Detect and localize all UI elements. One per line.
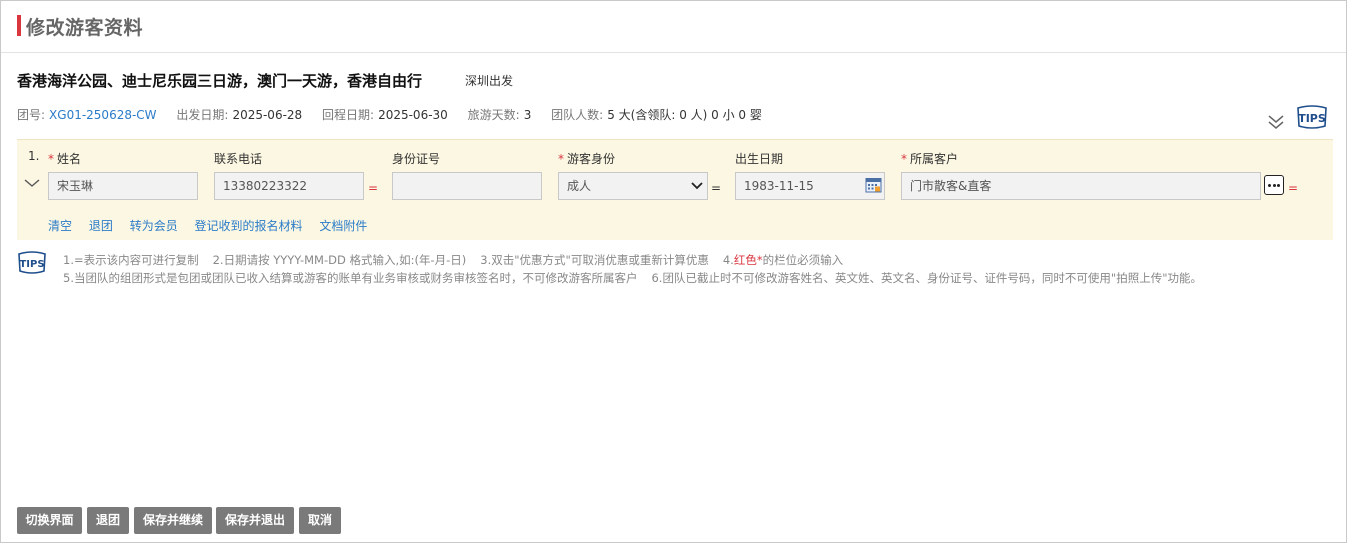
switch-view-button[interactable]: 切换界面 bbox=[17, 507, 82, 534]
departure-city: 深圳出发 bbox=[465, 74, 514, 88]
customer-label: * 所属客户 bbox=[901, 152, 959, 166]
svg-text:TIPS: TIPS bbox=[1298, 112, 1326, 125]
group-size-label: 团队人数: bbox=[551, 108, 604, 122]
withdraw-button[interactable]: 退团 bbox=[87, 507, 129, 534]
convert-member-link[interactable]: 转为会员 bbox=[130, 219, 178, 233]
tour-days-label: 旅游天数: bbox=[467, 108, 520, 122]
group-no-label: 团号: bbox=[17, 108, 46, 122]
save-exit-button[interactable]: 保存并退出 bbox=[216, 507, 294, 534]
save-continue-button[interactable]: 保存并继续 bbox=[134, 507, 212, 534]
id-number-label: 身份证号 bbox=[392, 152, 441, 166]
traveler-index: 1. bbox=[28, 149, 40, 163]
birth-date-field[interactable]: 1983-11-15 bbox=[735, 172, 885, 200]
identity-label: * 游客身份 bbox=[558, 152, 616, 166]
traveler-actions: 清空 退团 转为会员 登记收到的报名材料 文档附件 bbox=[48, 217, 380, 234]
cancel-button[interactable]: 取消 bbox=[299, 507, 341, 534]
tips-line-1: 1.=表示该内容可进行复制 2.日期请按 YYYY-MM-DD 格式输入,如:(年… bbox=[63, 253, 844, 267]
group-size: 5 大(含领队: 0 人) 0 小 0 婴 bbox=[607, 108, 762, 122]
id-number-field[interactable] bbox=[392, 172, 542, 200]
register-materials-link[interactable]: 登记收到的报名材料 bbox=[195, 219, 303, 233]
tips-logo-icon: TIPS bbox=[18, 251, 46, 274]
identity-copy-mark[interactable]: = bbox=[711, 181, 721, 195]
withdraw-link[interactable]: 退团 bbox=[89, 219, 113, 233]
tour-days: 3 bbox=[523, 108, 532, 122]
double-chevron-down-icon[interactable] bbox=[1265, 113, 1287, 131]
chevron-down-icon[interactable] bbox=[23, 177, 41, 189]
edit-traveler-window: 修改游客资料 香港海洋公园、迪士尼乐园三日游，澳门一天游，香港自由行 深圳出发 … bbox=[0, 0, 1347, 543]
calendar-icon[interactable] bbox=[865, 177, 882, 193]
title-accent-bar bbox=[17, 15, 21, 36]
document-attachment-link[interactable]: 文档附件 bbox=[319, 219, 367, 233]
depart-date: 2025-06-28 bbox=[232, 108, 303, 122]
customer-field[interactable]: 门市散客&直客 bbox=[901, 172, 1261, 200]
group-no-link[interactable]: XG01-250628-CW bbox=[49, 108, 157, 122]
phone-field[interactable]: 13380223322 bbox=[214, 172, 364, 200]
tips-icon[interactable]: TIPS bbox=[1295, 103, 1329, 131]
tour-name: 香港海洋公园、迪士尼乐园三日游，澳门一天游，香港自由行 bbox=[17, 72, 423, 90]
phone-label: 联系电话 bbox=[214, 152, 263, 166]
return-date-label: 回程日期: bbox=[322, 108, 375, 122]
name-field[interactable]: 宋玉琳 bbox=[48, 172, 198, 200]
return-date: 2025-06-30 bbox=[378, 108, 448, 122]
depart-date-label: 出发日期: bbox=[176, 108, 229, 122]
name-label: * 姓名 bbox=[48, 152, 82, 166]
clear-link[interactable]: 清空 bbox=[48, 219, 72, 233]
title-bar: 修改游客资料 bbox=[1, 1, 1346, 53]
customer-copy-mark[interactable]: = bbox=[1288, 181, 1298, 195]
identity-select[interactable]: 成人 bbox=[558, 172, 708, 200]
birth-date-label: 出生日期 bbox=[735, 152, 784, 166]
page-title: 修改游客资料 bbox=[26, 17, 144, 39]
tips-text: 1.=表示该内容可进行复制 2.日期请按 YYYY-MM-DD 格式输入,如:(年… bbox=[63, 251, 1202, 287]
svg-text:TIPS: TIPS bbox=[19, 259, 44, 270]
group-meta: 团号: XG01-250628-CW 出发日期: 2025-06-28 回程日期: 2… bbox=[17, 106, 778, 123]
more-options-button[interactable] bbox=[1264, 175, 1284, 195]
tips-line-2: 5.当团队的组团形式是包团或团队已收入结算或游客的账单有业务审核或财务审核签名时… bbox=[63, 271, 1203, 285]
phone-copy-mark[interactable]: = bbox=[368, 181, 378, 195]
